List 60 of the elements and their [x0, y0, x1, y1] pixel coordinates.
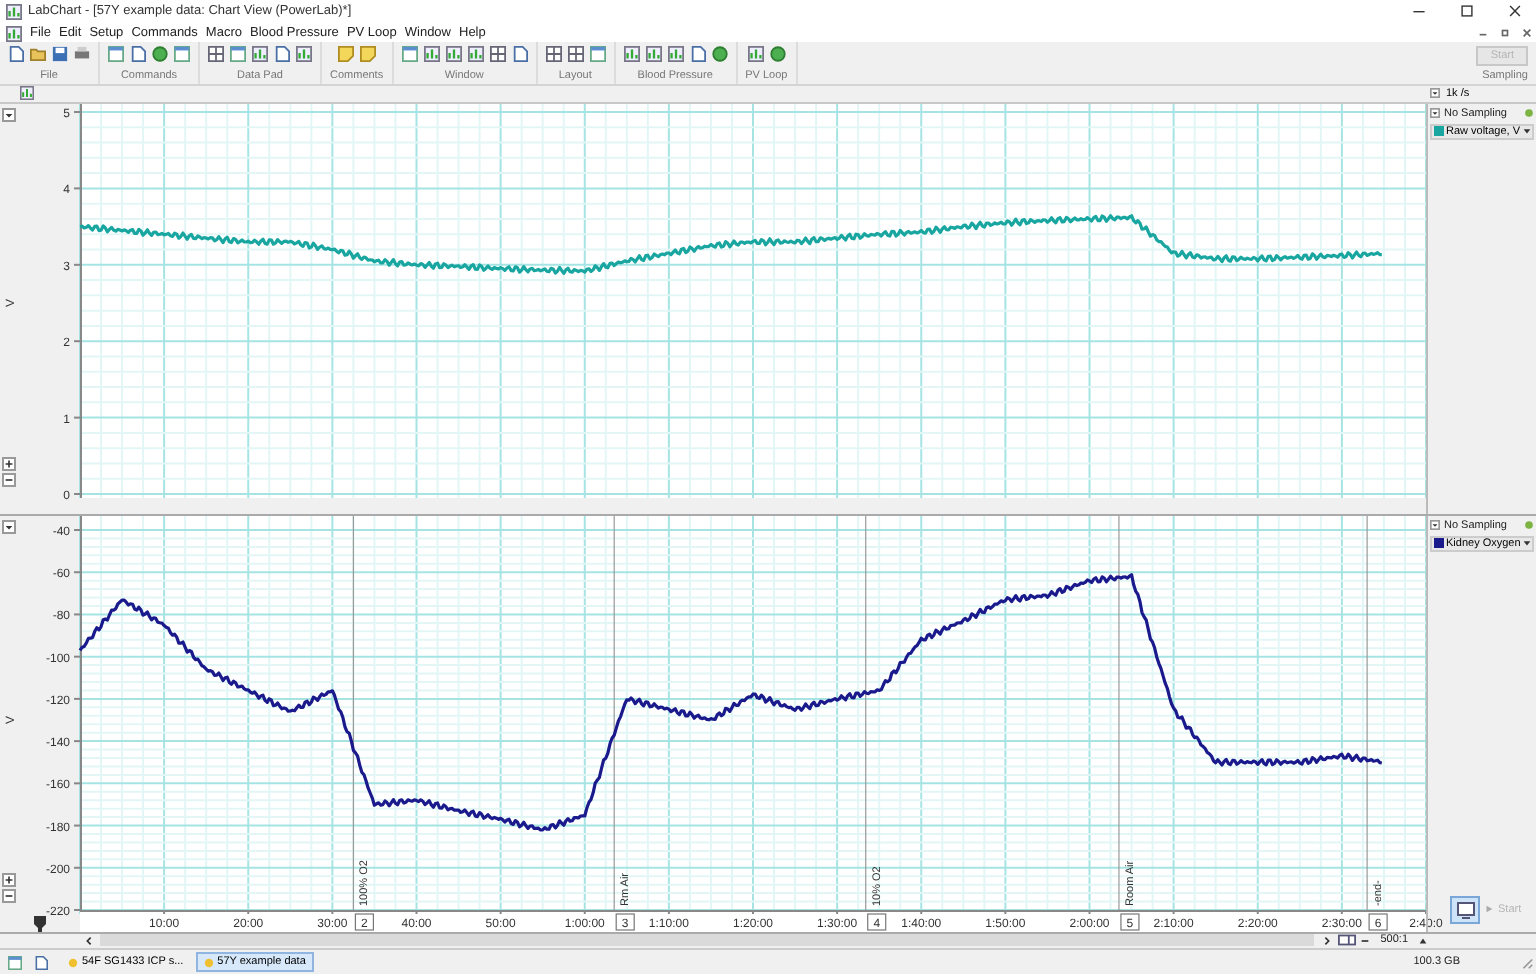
document-icon[interactable]	[130, 46, 146, 63]
chart-icon[interactable]	[747, 46, 764, 63]
zoom-out-button[interactable]	[2, 888, 16, 903]
maximize-icon[interactable]	[1460, 4, 1474, 19]
chart-icon[interactable]	[467, 46, 484, 63]
circle-icon[interactable]	[711, 46, 728, 63]
chart-icon[interactable]	[623, 46, 640, 63]
triangle-up-icon[interactable]	[1418, 935, 1428, 946]
window-icon[interactable]	[230, 46, 246, 63]
window-icon[interactable]	[589, 46, 606, 63]
chevron-right-icon	[1321, 935, 1332, 946]
window-icon[interactable]	[401, 46, 418, 63]
window-icon[interactable]	[108, 46, 124, 63]
resize-grip-icon[interactable]	[1520, 955, 1534, 970]
chevron-left-icon	[83, 935, 93, 946]
document-icon[interactable]	[34, 955, 48, 970]
chart-icon[interactable]	[296, 46, 312, 63]
folder-icon[interactable]	[30, 46, 46, 63]
circle-icon[interactable]	[769, 46, 786, 63]
split-view-icon[interactable]	[1338, 934, 1357, 947]
scrollbar[interactable]	[100, 934, 1315, 947]
close-icon[interactable]	[1522, 28, 1532, 39]
chart-icon[interactable]	[20, 86, 34, 101]
chart-icon[interactable]	[445, 46, 462, 63]
dropdown-icon[interactable]	[1430, 520, 1440, 531]
window-icon[interactable]	[8, 955, 22, 970]
chart-icon[interactable]	[252, 46, 268, 63]
grid-icon[interactable]	[208, 46, 224, 63]
circle-icon	[68, 957, 78, 968]
chart-icon	[6, 3, 22, 20]
chart-icon[interactable]	[6, 25, 22, 42]
dropdown-button[interactable]	[2, 107, 16, 122]
plug-icon[interactable]	[34, 915, 46, 932]
grid-icon[interactable]	[567, 46, 584, 63]
zoom-in-button[interactable]	[2, 456, 16, 471]
caret-icon	[1522, 126, 1532, 137]
zoom-in-button[interactable]	[2, 872, 16, 887]
chart-icon[interactable]	[423, 46, 440, 63]
dropdown-icon[interactable]	[1430, 108, 1440, 119]
circle-icon	[203, 957, 214, 968]
caret-icon	[1522, 538, 1533, 549]
display-button[interactable]	[1450, 895, 1480, 924]
zoom-out-button[interactable]	[2, 472, 16, 487]
minus-icon[interactable]	[1360, 935, 1371, 946]
close-icon[interactable]	[1508, 4, 1522, 19]
chart-icon[interactable]	[667, 46, 684, 63]
printer-icon[interactable]	[74, 46, 90, 63]
chart-icon[interactable]	[645, 46, 662, 63]
document-icon[interactable]	[8, 46, 24, 63]
circle-icon[interactable]	[152, 46, 168, 63]
monitor-icon	[1455, 899, 1475, 920]
grid-icon[interactable]	[489, 46, 506, 63]
restore-icon[interactable]	[1500, 28, 1510, 39]
play-icon	[1484, 904, 1494, 915]
dropdown-button[interactable]	[2, 519, 16, 534]
minimize-icon[interactable]	[1478, 28, 1488, 39]
caret-icon	[1430, 88, 1440, 99]
document-icon[interactable]	[274, 46, 290, 63]
grid-icon[interactable]	[545, 46, 562, 63]
window-icon[interactable]	[174, 46, 190, 63]
